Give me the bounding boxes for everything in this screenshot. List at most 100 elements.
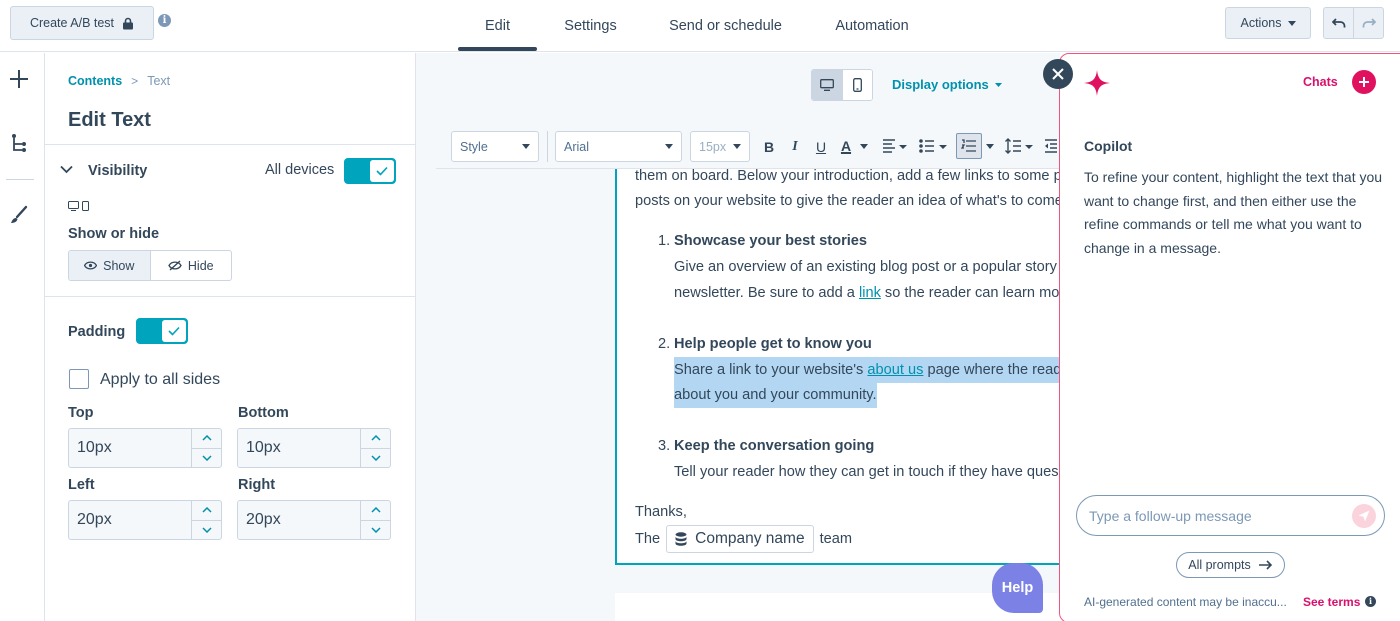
ai-disclaimer: AI-generated content may be inaccu... <box>1084 595 1287 609</box>
text-color-button[interactable]: A <box>837 135 855 157</box>
email-body-module[interactable]: them on board. Below your introduction, … <box>615 168 1060 565</box>
undo-button[interactable] <box>1324 8 1354 38</box>
underline-button[interactable]: U <box>812 137 830 157</box>
padding-bottom-value[interactable]: 10px <box>238 429 360 467</box>
breadcrumb-current: Text <box>147 74 171 88</box>
text-run: so the reader can learn mo <box>880 285 1060 301</box>
email-canvas: Display options them on board. Below you… <box>416 53 1060 621</box>
padding-right-value[interactable]: 20px <box>238 501 360 539</box>
increment-button[interactable] <box>361 501 390 521</box>
eye-icon <box>84 261 98 270</box>
decrement-button[interactable] <box>192 449 221 468</box>
inline-link[interactable]: link <box>859 285 881 301</box>
style-select[interactable]: Style <box>451 131 539 162</box>
brush-icon[interactable] <box>9 205 29 225</box>
list-number: 2. <box>658 336 671 352</box>
chevron-down-icon <box>370 527 381 533</box>
chats-link[interactable]: Chats <box>1303 75 1338 89</box>
plus-icon <box>1358 76 1370 88</box>
add-icon[interactable] <box>9 69 29 89</box>
check-icon <box>376 166 388 176</box>
mobile-preview-button[interactable] <box>842 70 872 100</box>
bold-button[interactable]: B <box>760 137 778 157</box>
tab-settings[interactable]: Settings <box>552 0 629 52</box>
signature-line: The Company name team <box>635 525 852 553</box>
company-name-token[interactable]: Company name <box>666 525 814 553</box>
breadcrumb-contents[interactable]: Contents <box>68 74 122 88</box>
hide-label: Hide <box>187 258 214 273</box>
line-height-icon[interactable] <box>1005 138 1033 154</box>
info-icon[interactable]: i <box>158 14 171 27</box>
arrow-right-icon <box>1258 560 1273 570</box>
all-prompts-button[interactable]: All prompts <box>1176 552 1285 578</box>
apply-all-sides-checkbox[interactable] <box>69 369 89 389</box>
tab-send-or-schedule[interactable]: Send or schedule <box>660 0 791 52</box>
undo-icon <box>1331 18 1346 28</box>
divider <box>45 296 415 297</box>
inline-link[interactable]: about us <box>867 362 923 378</box>
send-button[interactable] <box>1352 504 1376 528</box>
info-icon[interactable]: i <box>1365 596 1376 607</box>
caret-down-icon <box>522 144 530 149</box>
padding-toggle[interactable] <box>136 318 188 344</box>
padding-top-input: 10px <box>68 428 222 468</box>
caret-down-icon[interactable] <box>986 144 994 149</box>
padding-top-value[interactable]: 10px <box>69 429 191 467</box>
help-button[interactable]: Help <box>992 563 1043 613</box>
text-run: team <box>819 531 853 547</box>
chevron-down-icon[interactable] <box>60 165 73 174</box>
tab-automation[interactable]: Automation <box>822 0 922 52</box>
show-hide-toggle: Show Hide <box>68 250 232 281</box>
undo-redo-group <box>1323 7 1384 39</box>
caret-down-icon <box>994 82 1002 87</box>
paragraph-line: posts on your website to give the reader… <box>635 193 1060 209</box>
list-item-text: Tell your reader how they can get in tou… <box>674 464 1059 480</box>
decrement-button[interactable] <box>361 521 390 540</box>
close-copilot-button[interactable] <box>1043 59 1073 89</box>
tab-edit[interactable]: Edit <box>458 0 537 52</box>
rich-text-toolbar: Style Arial 15px B I U A <box>436 123 1060 169</box>
padding-left-input: 20px <box>68 500 222 540</box>
display-options-button[interactable]: Display options <box>892 77 1002 92</box>
right-label: Right <box>238 477 276 493</box>
top-label: Top <box>68 405 94 421</box>
chevron-up-icon <box>201 435 212 441</box>
rail-divider <box>6 179 34 180</box>
tree-structure-icon[interactable] <box>11 133 27 153</box>
redo-button[interactable] <box>1354 8 1383 38</box>
panel-title: Edit Text <box>68 109 151 131</box>
hide-button[interactable]: Hide <box>151 251 232 280</box>
padding-right-input: 20px <box>237 500 391 540</box>
desktop-preview-button[interactable] <box>812 70 843 100</box>
bulleted-list-icon[interactable] <box>919 139 947 153</box>
new-chat-button[interactable] <box>1352 70 1376 94</box>
indent-icon[interactable] <box>1045 139 1057 153</box>
create-ab-test-button[interactable]: Create A/B test <box>10 6 154 40</box>
create-ab-test-label: Create A/B test <box>29 16 115 30</box>
copilot-message: To refine your content, highlight the te… <box>1084 169 1383 256</box>
see-terms-link[interactable]: See terms <box>1303 595 1360 609</box>
show-button[interactable]: Show <box>69 251 151 280</box>
padding-left-value[interactable]: 20px <box>69 501 191 539</box>
decrement-button[interactable] <box>361 449 390 468</box>
copilot-title: Copilot <box>1084 138 1133 154</box>
left-label: Left <box>68 477 95 493</box>
follow-up-input[interactable]: Type a follow-up message <box>1076 495 1385 536</box>
mobile-icon <box>82 201 89 211</box>
decrement-button[interactable] <box>192 521 221 540</box>
increment-button[interactable] <box>192 501 221 521</box>
all-devices-label: All devices <box>265 162 335 178</box>
left-rail <box>0 53 45 621</box>
increment-button[interactable] <box>192 429 221 449</box>
increment-button[interactable] <box>361 429 390 449</box>
font-size-select[interactable]: 15px <box>690 131 750 162</box>
align-left-icon[interactable] <box>883 139 907 153</box>
desktop-icon <box>819 79 834 91</box>
italic-button[interactable]: I <box>786 137 804 157</box>
numbered-list-button[interactable] <box>956 133 982 159</box>
actions-button[interactable]: Actions <box>1225 7 1311 39</box>
visibility-toggle[interactable] <box>344 158 396 184</box>
show-label: Show <box>103 258 135 273</box>
caret-down-icon[interactable] <box>860 144 868 149</box>
font-select[interactable]: Arial <box>555 131 682 162</box>
